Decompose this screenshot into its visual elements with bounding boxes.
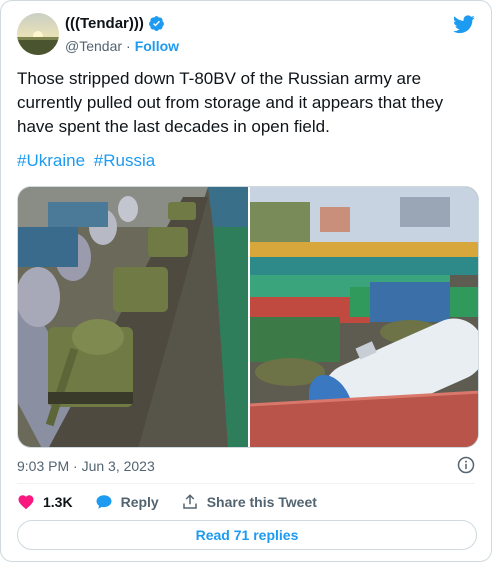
reply-label: Reply	[120, 494, 159, 510]
tweet-card: (((Tendar))) @Tendar · Follow Those stri…	[0, 0, 492, 562]
author-display-name[interactable]: (((Tendar)))	[65, 15, 144, 32]
author-handle[interactable]: @Tendar	[65, 38, 122, 54]
hashtag-ukraine[interactable]: #Ukraine	[17, 151, 85, 170]
tweet-text: Those stripped down T-80BV of the Russia…	[17, 69, 444, 136]
tweet-timestamp[interactable]: 9:03 PM · Jun 3, 2023	[17, 458, 155, 474]
heart-icon	[18, 495, 34, 510]
photo-rail-yard[interactable]	[249, 187, 478, 447]
twitter-bird-icon[interactable]	[453, 15, 475, 34]
verified-badge-icon	[148, 15, 165, 32]
info-icon[interactable]	[457, 456, 475, 474]
read-replies-button[interactable]: Read 71 replies	[17, 520, 477, 550]
hashtags: #Ukraine #Russia	[17, 151, 159, 171]
action-bar: 1.3K Reply Share this Tweet	[17, 491, 339, 513]
like-count: 1.3K	[43, 494, 73, 510]
follow-button[interactable]: Follow	[135, 38, 179, 54]
share-button[interactable]: Share this Tweet	[181, 493, 317, 511]
like-button[interactable]: 1.3K	[17, 493, 73, 511]
photo-tanks-on-flatcars[interactable]	[18, 187, 248, 447]
divider	[17, 483, 475, 484]
share-upload-icon	[182, 494, 197, 509]
separator-dot: ·	[126, 38, 131, 54]
reply-button[interactable]: Reply	[95, 493, 159, 511]
reply-bubble-icon	[96, 495, 112, 509]
tweet-media[interactable]	[17, 186, 479, 448]
avatar[interactable]	[17, 13, 59, 55]
hashtag-russia[interactable]: #Russia	[94, 151, 155, 170]
share-label: Share this Tweet	[206, 494, 317, 510]
